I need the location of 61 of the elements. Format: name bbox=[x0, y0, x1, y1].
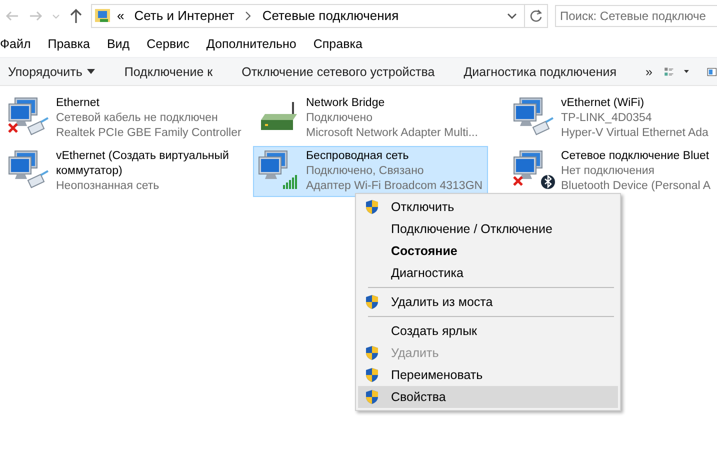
context-menu-item[interactable]: Удалить из моста bbox=[358, 291, 618, 313]
adapter-name: Bluetooth Device (Personal A bbox=[561, 179, 711, 194]
connection-status: Нет подключения bbox=[561, 164, 656, 179]
chevron-down-icon[interactable] bbox=[506, 10, 518, 20]
adapter-name: Адаптер Wi-Fi Broadcom 4313GN bbox=[306, 179, 483, 194]
adapter-name: Realtek PCIe GBE Family Controller bbox=[56, 126, 242, 141]
connection-status: Сетевой кабель не подключен bbox=[56, 111, 219, 126]
shield-icon bbox=[364, 294, 380, 310]
adapter-name: Hyper-V Virtual Ethernet Ada bbox=[561, 126, 708, 141]
network-adapter-icon bbox=[512, 96, 556, 138]
connection-name: Network Bridge bbox=[306, 96, 386, 111]
context-menu-item[interactable]: Подключение / Отключение bbox=[358, 218, 618, 240]
shield-icon bbox=[364, 367, 380, 383]
connection-name: Ethernet bbox=[56, 96, 100, 111]
menu-item[interactable]: Справка bbox=[313, 37, 362, 51]
chevron-right-icon bbox=[244, 10, 252, 20]
search-field[interactable]: Поиск: Сетевые подключе bbox=[555, 4, 717, 26]
connection-status: Подключено, Связано bbox=[306, 164, 425, 179]
shield-icon bbox=[364, 345, 380, 361]
shield-icon bbox=[364, 199, 380, 215]
toolbar-button[interactable]: Упорядочить bbox=[0, 60, 104, 84]
connection-status: Неопознанная сеть bbox=[56, 179, 160, 194]
toolbar-button[interactable]: Отключение сетевого устройства bbox=[234, 60, 443, 84]
adapter-name: Microsoft Network Adapter Multi... bbox=[306, 126, 478, 141]
connection-item[interactable]: Network Bridge Подключено Microsoft Network Adapter Multi... bbox=[253, 93, 488, 144]
connection-item[interactable]: vEthernet (Создать виртуальный коммутатор) Неопознанная сеть bbox=[3, 146, 240, 197]
network-folder-icon bbox=[94, 8, 112, 24]
toolbar-button[interactable]: Подключение к bbox=[116, 60, 221, 84]
breadcrumb-overflow[interactable]: « bbox=[117, 8, 124, 23]
context-menu-item[interactable]: Диагностика bbox=[358, 262, 618, 284]
network-adapter-icon bbox=[7, 149, 51, 191]
connection-item[interactable]: Сетевое подключение Bluet Нет подключения Bluetooth Device (Personal A bbox=[508, 146, 717, 197]
context-menu-item[interactable]: Состояние bbox=[358, 240, 618, 262]
context-menu-item[interactable]: Переименовать bbox=[358, 364, 618, 386]
connection-name: Беспроводная сеть bbox=[306, 149, 410, 164]
connection-name: Сетевое подключение Bluet bbox=[561, 149, 710, 164]
address-bar[interactable]: « Сеть и Интернет Сетевые подключения bbox=[91, 4, 548, 28]
connection-item[interactable]: vEthernet (WiFi) TP-LINK_4D0354 Hyper-V Virtual Ethernet Ada bbox=[508, 93, 717, 144]
menu-item[interactable]: Вид bbox=[106, 37, 130, 51]
connection-status: Подключено bbox=[306, 111, 374, 126]
menu-item[interactable]: Файл bbox=[0, 37, 31, 51]
connection-status: TP-LINK_4D0354 bbox=[561, 111, 653, 126]
menu-item[interactable]: Сервис bbox=[146, 37, 190, 51]
menu-item[interactable]: Дополнительно bbox=[206, 37, 296, 51]
context-menu-item[interactable]: Создать ярлык bbox=[358, 320, 618, 342]
shield-icon bbox=[364, 389, 380, 405]
more-button[interactable]: » bbox=[638, 60, 660, 84]
context-menu-item[interactable]: Отключить bbox=[358, 196, 618, 218]
breadcrumb-item[interactable]: Сеть и Интернет bbox=[134, 8, 234, 23]
connection-item[interactable]: Беспроводная сеть Подключено, Связано Адаптер Wi-Fi Broadcom 4313GN bbox=[253, 146, 488, 197]
breadcrumb-item[interactable]: Сетевые подключения bbox=[262, 8, 399, 23]
menu-item[interactable]: Правка bbox=[48, 37, 90, 51]
context-menu-item[interactable]: Свойства bbox=[358, 386, 618, 408]
network-adapter-icon bbox=[7, 96, 51, 138]
dropdown-arrow-icon bbox=[87, 69, 96, 74]
connection-name: vEthernet (Создать виртуальный коммутатор) bbox=[56, 149, 230, 179]
toolbar-button[interactable]: Диагностика подключения bbox=[456, 60, 625, 84]
connection-name: vEthernet (WiFi) bbox=[561, 96, 646, 111]
network-adapter-icon bbox=[512, 149, 556, 191]
dropdown-arrow-icon[interactable] bbox=[684, 69, 690, 74]
connection-item[interactable]: Ethernet Сетевой кабель не подключен Realtek PCIe GBE Family Controller bbox=[3, 93, 246, 144]
